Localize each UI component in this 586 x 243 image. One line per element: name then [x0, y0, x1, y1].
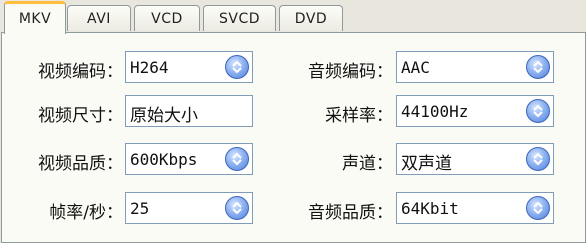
tab-dvd[interactable]: DVD [279, 5, 343, 31]
audio-codec-value: AAC [401, 58, 430, 77]
tab-label: VCD [151, 10, 183, 27]
channel-row: 声道： 双声道 [0, 143, 586, 177]
audio-codec-row: 音频编码： AAC [0, 51, 586, 85]
audio-quality-select[interactable]: 64Kbit [396, 192, 554, 224]
channel-select[interactable]: 双声道 [396, 143, 554, 175]
tab-avi[interactable]: AVI [67, 5, 131, 31]
audio-codec-label: 音频编码： [308, 62, 393, 82]
samplerate-label: 采样率： [325, 106, 393, 126]
audio-quality-value: 64Kbit [401, 199, 459, 218]
tab-svcd[interactable]: SVCD [203, 5, 276, 31]
samplerate-select[interactable]: 44100Hz [396, 95, 554, 127]
tab-mkv[interactable]: MKV [4, 1, 66, 34]
audio-quality-row: 音频品质： 64Kbit [0, 192, 586, 226]
channel-label: 声道： [342, 154, 393, 174]
updown-arrows-icon[interactable] [526, 196, 550, 220]
tab-label: AVI [87, 10, 111, 27]
channel-value: 双声道 [401, 154, 452, 174]
tab-label: SVCD [218, 10, 261, 27]
tab-vcd[interactable]: VCD [134, 5, 200, 31]
samplerate-value: 44100Hz [401, 102, 469, 121]
audio-quality-label: 音频品质： [308, 203, 393, 223]
tab-label: DVD [294, 10, 328, 27]
updown-arrows-icon[interactable] [526, 147, 550, 171]
tab-label: MKV [18, 11, 52, 27]
format-tabs: MKV AVI VCD SVCD DVD [0, 0, 586, 34]
updown-arrows-icon[interactable] [526, 99, 550, 123]
updown-arrows-icon[interactable] [526, 55, 550, 79]
samplerate-row: 采样率： 44100Hz [0, 95, 586, 129]
audio-codec-select[interactable]: AAC [396, 51, 554, 83]
